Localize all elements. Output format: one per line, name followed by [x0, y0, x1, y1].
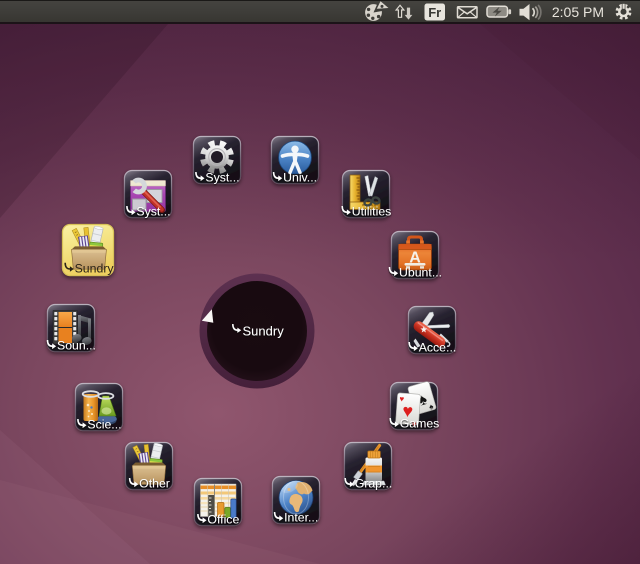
svg-text:2:05 PM: 2:05 PM — [552, 4, 604, 20]
svg-text:Scie...: Scie... — [87, 418, 121, 432]
svg-text:Fr: Fr — [428, 5, 441, 20]
svg-text:Other: Other — [139, 477, 170, 491]
svg-text:♥: ♥ — [399, 394, 405, 403]
svg-text:Sundry: Sundry — [75, 261, 115, 275]
svg-text:Univ...: Univ... — [283, 171, 317, 185]
svg-text:Grap...: Grap... — [355, 477, 393, 491]
svg-text:Acce...: Acce... — [419, 341, 457, 355]
svg-text:Office: Office — [207, 513, 239, 527]
svg-text:Utilities: Utilities — [352, 205, 392, 219]
svg-text:Soun...: Soun... — [57, 339, 96, 353]
svg-text:Ubunt...: Ubunt... — [399, 266, 442, 280]
svg-text:Games: Games — [400, 417, 440, 431]
svg-text:Syst...: Syst... — [205, 171, 239, 185]
svg-text:Sundry: Sundry — [243, 324, 285, 339]
svg-text:Inter...: Inter... — [284, 511, 318, 525]
svg-text:Syst...: Syst... — [136, 205, 170, 219]
